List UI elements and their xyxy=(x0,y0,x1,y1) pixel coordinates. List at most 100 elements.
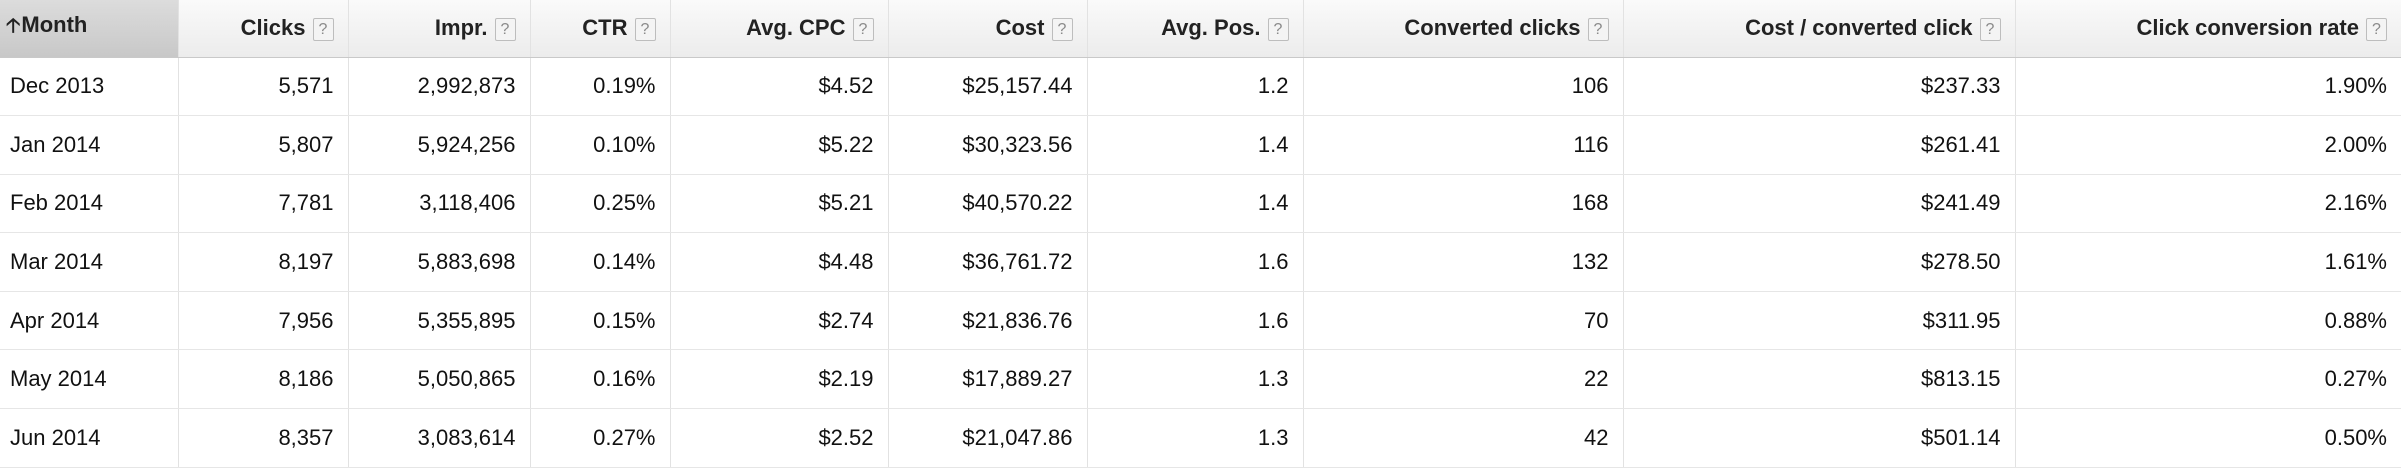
table-row: Feb 2014 7,781 3,118,406 0.25% $5.21 $40… xyxy=(0,174,2401,234)
avg-cpc-cell: $5.22 xyxy=(670,115,889,175)
help-icon[interactable]: ? xyxy=(1587,18,1609,42)
ctr-cell: 0.14% xyxy=(530,232,671,292)
avg-pos-cell: 1.4 xyxy=(1087,115,1304,175)
impressions-cell: 2,992,873 xyxy=(348,57,531,117)
click-conversion-rate-cell: 0.27% xyxy=(2015,349,2401,410)
ctr-cell: 0.25% xyxy=(530,174,671,234)
cost-cell: $36,761.72 xyxy=(888,232,1088,292)
converted-clicks-cell: 116 xyxy=(1303,115,1624,175)
column-header-label: Clicks xyxy=(240,15,306,41)
avg-pos-cell: 1.3 xyxy=(1087,349,1304,410)
column-header-month[interactable]: 🡡Month xyxy=(0,0,179,58)
month-cell: Jan 2014 xyxy=(0,115,179,175)
table-header-row: 🡡Month Clicks? Impr.? CTR? Avg. CPC? Cos… xyxy=(0,0,2401,58)
cost-per-converted-click-cell: $813.15 xyxy=(1623,349,2016,410)
help-icon[interactable]: ? xyxy=(634,18,656,42)
column-header-avg-cpc[interactable]: Avg. CPC? xyxy=(670,0,889,58)
ctr-cell: 0.10% xyxy=(530,115,671,175)
impressions-cell: 3,083,614 xyxy=(348,408,531,468)
avg-pos-cell: 1.3 xyxy=(1087,408,1304,468)
column-header-ctr[interactable]: CTR? xyxy=(530,0,671,58)
cost-cell: $21,836.76 xyxy=(888,291,1088,351)
column-header-label: Cost / converted click xyxy=(1745,15,1973,41)
column-header-label: CTR xyxy=(582,15,628,41)
avg-cpc-cell: $2.74 xyxy=(670,291,889,351)
click-conversion-rate-cell: 0.50% xyxy=(2015,408,2401,468)
avg-pos-cell: 1.4 xyxy=(1087,174,1304,234)
converted-clicks-cell: 70 xyxy=(1303,291,1624,351)
table-row: May 2014 8,186 5,050,865 0.16% $2.19 $17… xyxy=(0,349,2401,410)
month-cell: Dec 2013 xyxy=(0,57,179,117)
column-header-label: Month xyxy=(21,12,88,38)
ctr-cell: 0.15% xyxy=(530,291,671,351)
avg-cpc-cell: $5.21 xyxy=(670,174,889,234)
avg-pos-cell: 1.6 xyxy=(1087,232,1304,292)
help-icon[interactable]: ? xyxy=(852,18,874,42)
column-header-converted-clicks[interactable]: Converted clicks? xyxy=(1303,0,1624,58)
cost-cell: $17,889.27 xyxy=(888,349,1088,410)
month-cell: Jun 2014 xyxy=(0,408,179,468)
column-header-click-conversion-rate[interactable]: Click conversion rate? xyxy=(2015,0,2401,58)
column-header-label: Avg. CPC xyxy=(746,15,846,41)
cost-cell: $25,157.44 xyxy=(888,57,1088,117)
month-cell: Apr 2014 xyxy=(0,291,179,351)
cost-per-converted-click-cell: $311.95 xyxy=(1623,291,2016,351)
click-conversion-rate-cell: 2.16% xyxy=(2015,174,2401,234)
clicks-cell: 8,197 xyxy=(178,232,349,292)
converted-clicks-cell: 22 xyxy=(1303,349,1624,410)
month-cell: May 2014 xyxy=(0,349,179,410)
help-icon[interactable]: ? xyxy=(2366,18,2387,42)
cost-per-converted-click-cell: $237.33 xyxy=(1623,57,2016,117)
cost-cell: $21,047.86 xyxy=(888,408,1088,468)
clicks-cell: 8,186 xyxy=(178,349,349,410)
avg-cpc-cell: $4.48 xyxy=(670,232,889,292)
cost-per-converted-click-cell: $501.14 xyxy=(1623,408,2016,468)
clicks-cell: 7,956 xyxy=(178,291,349,351)
impressions-cell: 5,883,698 xyxy=(348,232,531,292)
click-conversion-rate-cell: 2.00% xyxy=(2015,115,2401,175)
clicks-cell: 5,807 xyxy=(178,115,349,175)
sort-ascending-icon: 🡡 xyxy=(6,15,21,38)
table-row: Apr 2014 7,956 5,355,895 0.15% $2.74 $21… xyxy=(0,291,2401,351)
cost-per-converted-click-cell: $261.41 xyxy=(1623,115,2016,175)
month-cell: Feb 2014 xyxy=(0,174,179,234)
clicks-cell: 7,781 xyxy=(178,174,349,234)
avg-pos-cell: 1.2 xyxy=(1087,57,1304,117)
help-icon[interactable]: ? xyxy=(1051,18,1073,42)
table-row: Dec 2013 5,571 2,992,873 0.19% $4.52 $25… xyxy=(0,57,2401,117)
column-header-clicks[interactable]: Clicks? xyxy=(178,0,349,58)
clicks-cell: 8,357 xyxy=(178,408,349,468)
avg-cpc-cell: $2.52 xyxy=(670,408,889,468)
column-header-label: Converted clicks xyxy=(1404,15,1581,41)
column-header-label: Impr. xyxy=(434,15,488,41)
avg-cpc-cell: $4.52 xyxy=(670,57,889,117)
cost-per-converted-click-cell: $278.50 xyxy=(1623,232,2016,292)
help-icon[interactable]: ? xyxy=(1979,18,2001,42)
help-icon[interactable]: ? xyxy=(312,18,334,42)
cost-cell: $40,570.22 xyxy=(888,174,1088,234)
click-conversion-rate-cell: 1.61% xyxy=(2015,232,2401,292)
column-header-label: Click conversion rate xyxy=(2136,15,2359,41)
ctr-cell: 0.16% xyxy=(530,349,671,410)
cost-per-converted-click-cell: $241.49 xyxy=(1623,174,2016,234)
column-header-cost[interactable]: Cost? xyxy=(888,0,1088,58)
table-row: Jun 2014 8,357 3,083,614 0.27% $2.52 $21… xyxy=(0,408,2401,468)
impressions-cell: 3,118,406 xyxy=(348,174,531,234)
cost-cell: $30,323.56 xyxy=(888,115,1088,175)
clicks-cell: 5,571 xyxy=(178,57,349,117)
column-header-label: Cost xyxy=(995,15,1045,41)
converted-clicks-cell: 42 xyxy=(1303,408,1624,468)
converted-clicks-cell: 168 xyxy=(1303,174,1624,234)
column-header-avg-pos[interactable]: Avg. Pos.? xyxy=(1087,0,1304,58)
help-icon[interactable]: ? xyxy=(1267,18,1289,42)
impressions-cell: 5,050,865 xyxy=(348,349,531,410)
column-header-label: Avg. Pos. xyxy=(1161,15,1261,41)
performance-table: 🡡Month Clicks? Impr.? CTR? Avg. CPC? Cos… xyxy=(0,0,2401,468)
help-icon[interactable]: ? xyxy=(494,18,516,42)
click-conversion-rate-cell: 1.90% xyxy=(2015,57,2401,117)
column-header-cost-per-converted-click[interactable]: Cost / converted click? xyxy=(1623,0,2016,58)
column-header-impressions[interactable]: Impr.? xyxy=(348,0,531,58)
ctr-cell: 0.19% xyxy=(530,57,671,117)
ctr-cell: 0.27% xyxy=(530,408,671,468)
impressions-cell: 5,355,895 xyxy=(348,291,531,351)
